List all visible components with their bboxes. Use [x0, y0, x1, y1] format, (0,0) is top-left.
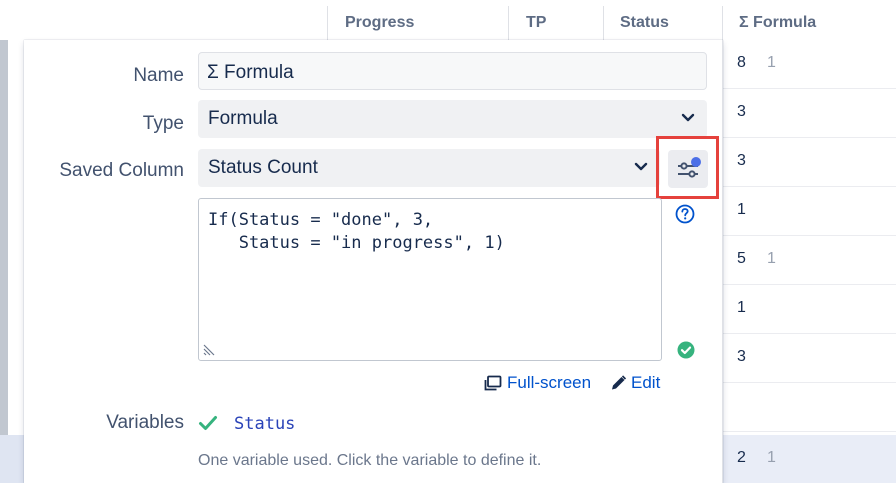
variables-hint: One variable used. Click the variable to… [198, 452, 542, 469]
saved-column-select-value: Status Count [208, 157, 318, 178]
table-row[interactable]: 5 1 [722, 236, 896, 285]
formula-line: If(Status = "done", 3, [208, 210, 434, 230]
chevron-down-icon [634, 162, 648, 171]
table-row[interactable]: 3 [722, 334, 896, 383]
column-header-tp[interactable]: TP [526, 14, 546, 32]
table-row[interactable]: 8 1 [722, 40, 896, 89]
header-divider [327, 6, 328, 40]
formula-cell-value: 3 [737, 152, 746, 169]
table-row[interactable] [722, 383, 896, 432]
table-row[interactable]: 1 [722, 285, 896, 334]
column-edit-panel: Name Type Saved Column Variables Σ Formu… [24, 40, 723, 483]
formula-editor[interactable]: If(Status = "done", 3, Status = "in prog… [198, 198, 662, 361]
checkmark-icon [199, 416, 217, 430]
header-divider [722, 6, 723, 40]
formula-cell-value: 1 [737, 299, 746, 316]
chevron-down-icon [681, 113, 695, 122]
formula-cell-value: 8 [737, 54, 746, 71]
saved-column-select[interactable]: Status Count [198, 149, 660, 187]
table-header: Progress TP Status Σ Formula [0, 0, 896, 40]
formula-cell-subvalue: 1 [767, 54, 776, 71]
formula-cell-value: 5 [737, 250, 746, 267]
column-header-progress[interactable]: Progress [345, 14, 414, 32]
type-select-value: Formula [208, 108, 278, 129]
formula-cell-subvalue: 1 [767, 449, 776, 466]
selected-row-indicator [0, 435, 24, 483]
pencil-icon[interactable] [610, 375, 628, 391]
table-row[interactable]: 3 [722, 89, 896, 138]
column-header-status[interactable]: Status [620, 14, 669, 32]
column-header-formula[interactable]: Σ Formula [739, 14, 816, 32]
formula-column: 8 1 3 3 1 5 1 1 3 2 1 [722, 40, 896, 483]
table-row[interactable]: 3 [722, 138, 896, 187]
saved-column-label: Saved Column [59, 160, 184, 181]
type-label: Type [142, 113, 184, 134]
name-input-value: Σ Formula [207, 62, 294, 83]
formula-cell-subvalue: 1 [767, 250, 776, 267]
check-circle-icon [677, 341, 695, 359]
variables-label: Variables [106, 412, 184, 433]
formula-cell-value: 2 [737, 449, 746, 466]
settings-highlight-frame [656, 136, 719, 199]
formula-cell-value: 1 [737, 201, 746, 218]
question-circle-icon[interactable] [675, 204, 695, 224]
formula-line: Status = "in progress", 1) [208, 233, 505, 253]
name-label: Name [133, 65, 184, 86]
formula-cell-value: 3 [737, 348, 746, 365]
edit-link[interactable]: Edit [631, 373, 660, 393]
header-divider [508, 6, 509, 40]
resize-grip-icon[interactable] [203, 342, 217, 356]
variable-status-link[interactable]: Status [234, 414, 295, 434]
table-row-selected[interactable]: 2 1 [722, 435, 896, 483]
name-input[interactable]: Σ Formula [198, 52, 707, 90]
fullscreen-link[interactable]: Full-screen [507, 373, 591, 393]
fullscreen-icon[interactable] [484, 375, 502, 391]
header-divider [603, 6, 604, 40]
row-indicator-strip [0, 40, 8, 483]
type-select[interactable]: Formula [198, 100, 707, 138]
formula-cell-value: 3 [737, 103, 746, 120]
table-row[interactable]: 1 [722, 187, 896, 236]
